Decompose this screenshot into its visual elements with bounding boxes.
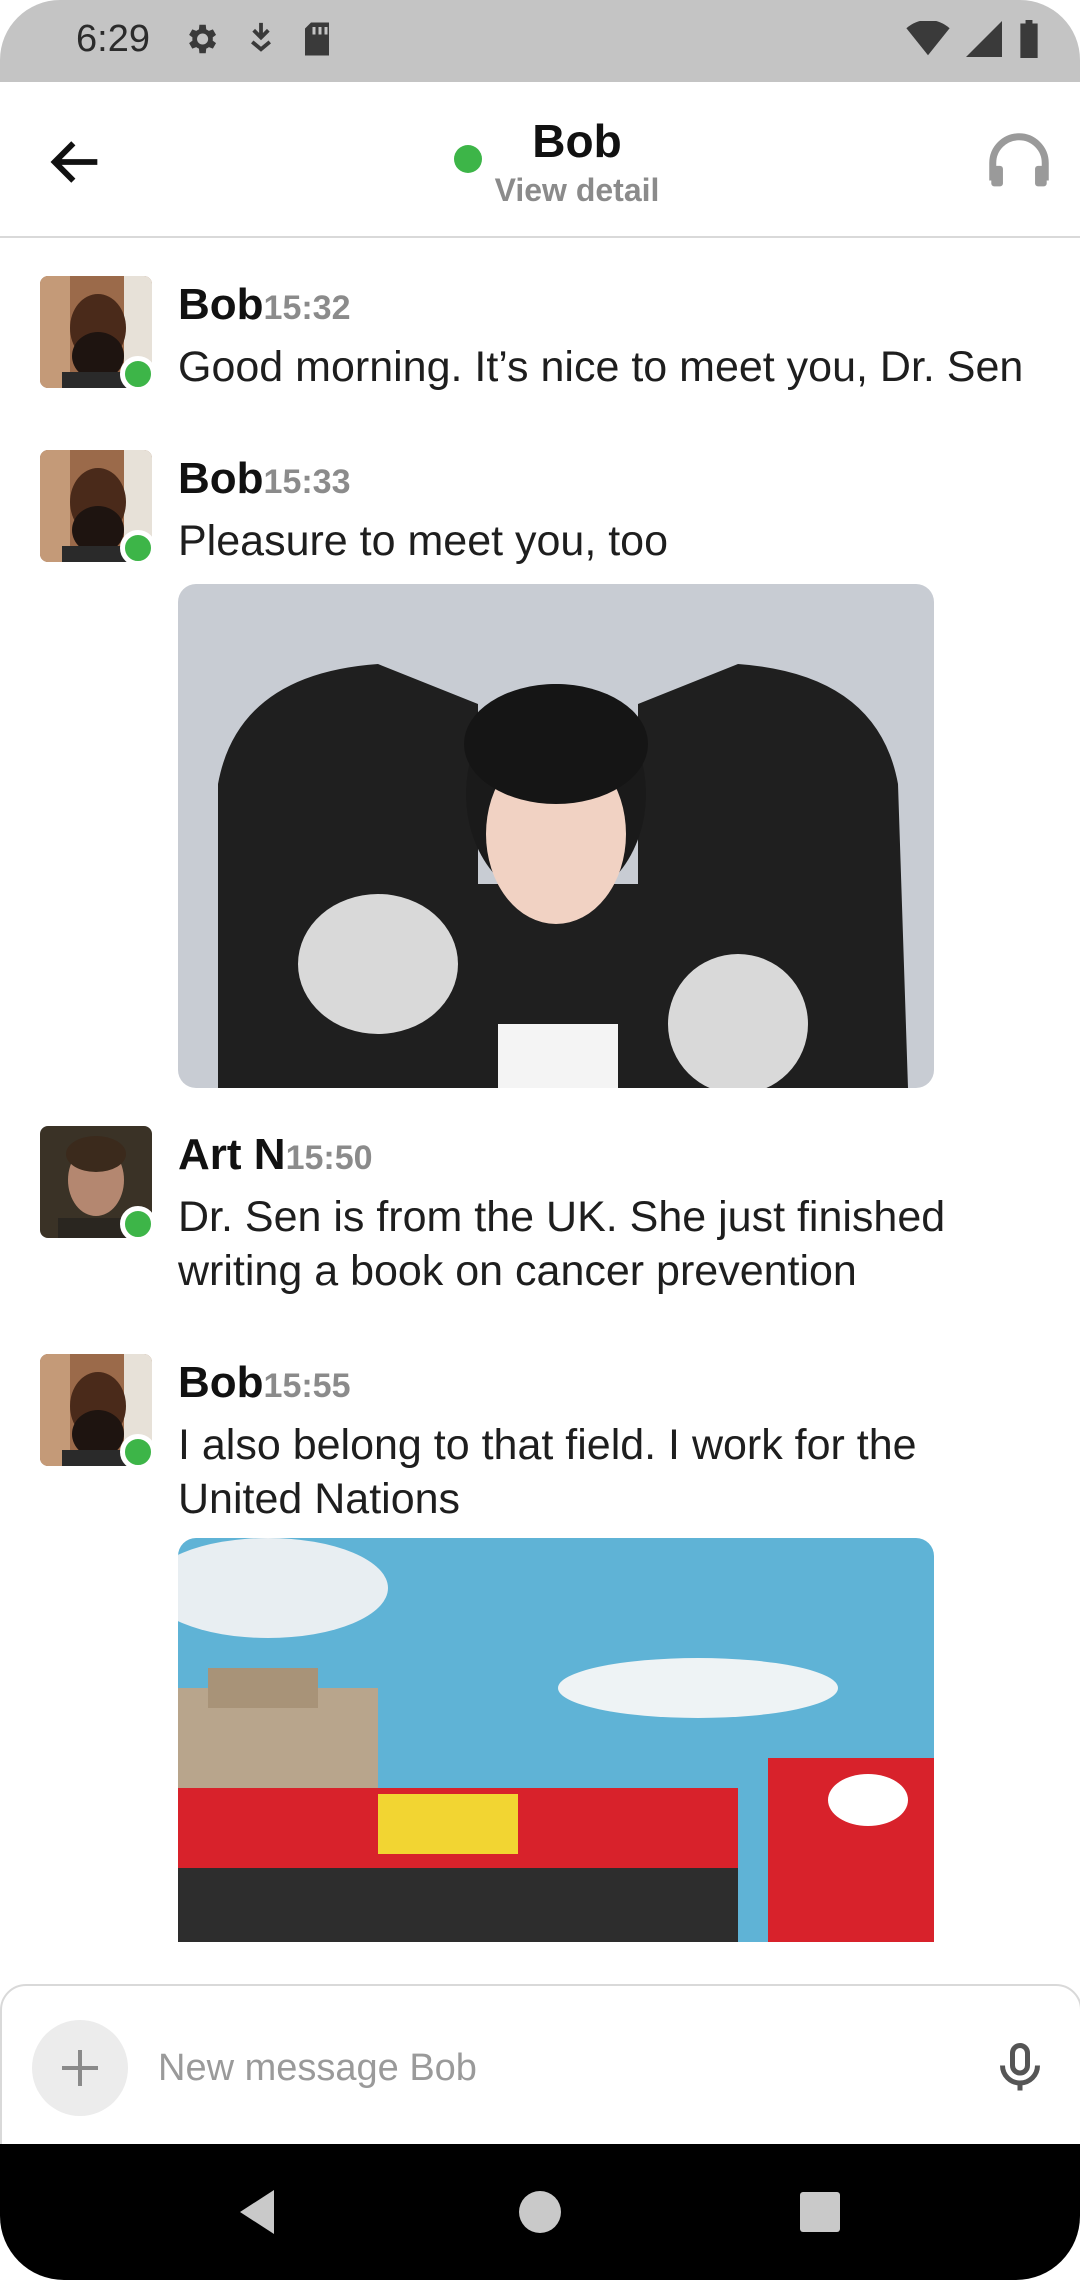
nav-home-button[interactable] [510,2182,570,2242]
online-indicator [120,1434,156,1470]
system-navigation-bar [0,2144,1080,2280]
message-time: 15:55 [263,1367,351,1405]
image-attachment[interactable] [178,1538,934,1942]
headset-icon [989,133,1049,187]
message-input[interactable] [156,2034,980,2102]
circle-home-icon [519,2191,561,2233]
message-composer [0,1984,1080,2148]
message-text: I also belong to that field. I work for … [178,1421,917,1523]
square-recents-icon [800,2192,840,2232]
gear-icon [189,24,217,54]
wifi-icon [906,21,950,56]
red-sightseeing-bus-photo [178,1538,934,1942]
nav-back-button[interactable] [228,2182,288,2242]
image-attachment[interactable] [178,584,934,1088]
back-arrow-icon [50,141,98,183]
microphone-icon [1000,2043,1040,2091]
sd-card-icon [305,22,329,56]
plus-icon [62,2050,98,2086]
message-text: Pleasure to meet you, too [178,517,669,565]
online-indicator [120,1206,156,1242]
online-indicator [120,530,156,566]
nav-recents-button[interactable] [790,2182,850,2242]
status-time: 6:29 [76,18,150,60]
triangle-back-icon [240,2190,274,2234]
message-time: 15:33 [263,463,351,501]
online-indicator [120,356,156,392]
view-detail-link[interactable]: View detail [440,172,714,209]
message-text: Good morning. It’s nice to meet you, Dr.… [178,343,1024,391]
audio-call-button[interactable] [984,128,1054,198]
chat-title[interactable]: Bob [440,114,714,168]
sender-name: Art N [178,1130,286,1179]
sender-name: Bob [178,454,264,503]
download-icon [251,22,271,52]
message-time: 15:50 [285,1139,373,1177]
avatar[interactable] [40,1126,156,1242]
back-button[interactable] [44,130,108,194]
battery-icon [1020,20,1038,58]
avatar[interactable] [40,450,156,566]
message-time: 15:32 [263,289,351,327]
sender-name: Bob [178,280,264,329]
add-attachment-button[interactable] [32,2020,128,2116]
woman-in-varsity-jacket-photo [178,584,934,1088]
sender-name: Bob [178,1358,264,1407]
chat-header: Bob View detail [0,82,1080,238]
signal-icon [966,21,1002,57]
avatar[interactable] [40,276,156,392]
avatar[interactable] [40,1354,156,1470]
voice-message-button[interactable] [990,2038,1050,2098]
status-bar: 6:29 [0,0,1080,82]
message-text: Dr. Sen is from the UK. She just finishe… [178,1193,946,1295]
